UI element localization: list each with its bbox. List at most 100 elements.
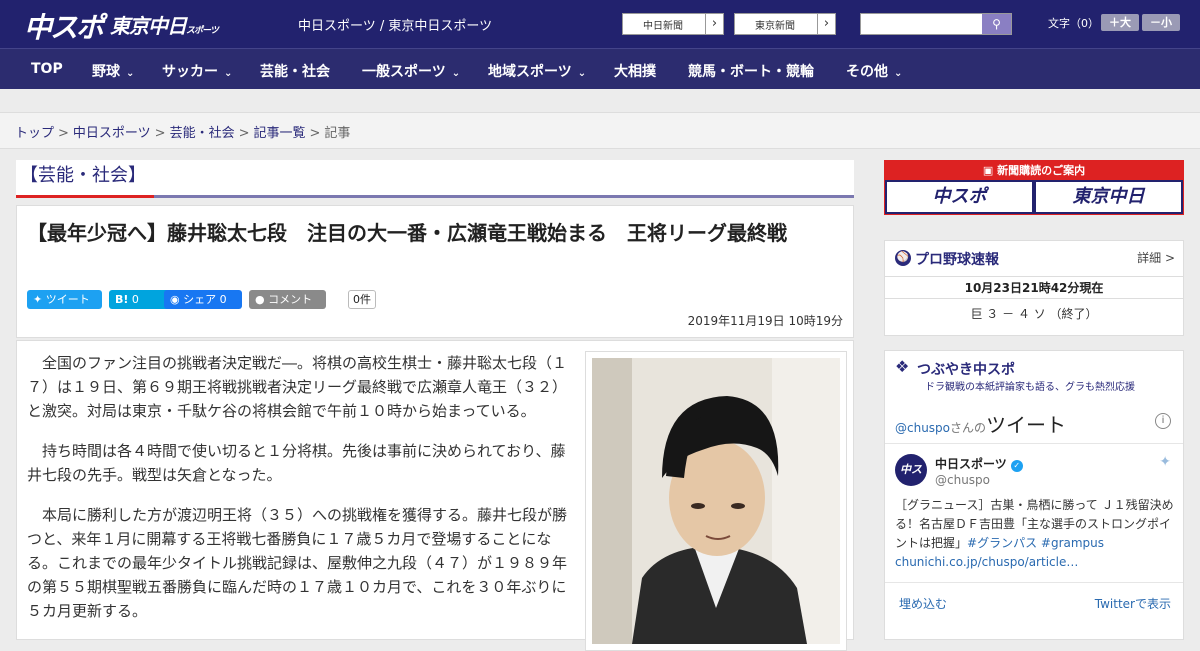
- chevron-down-icon: ⌄: [451, 68, 461, 79]
- timeline-title: ツイート: [986, 413, 1067, 437]
- nav-item-general-sports[interactable]: 一般スポーツ ⌄: [362, 61, 460, 81]
- subscription-logo-chuspo[interactable]: 中スポ: [887, 182, 1032, 212]
- article-paragraph: 本局に勝利した方が渡辺明王将（３５）への挑戦権を獲得する。藤井七段が勝つと、来年…: [27, 506, 568, 620]
- chuspo-logo[interactable]: 中スポ: [24, 6, 104, 46]
- nav-item-top[interactable]: TOP: [31, 61, 63, 77]
- nav-item-soccer[interactable]: サッカー ⌄: [162, 61, 232, 81]
- timeline-header: @chuspoさんのツイート: [895, 409, 1066, 438]
- nav-item-other[interactable]: その他 ⌄: [846, 61, 902, 81]
- nav-label: 大相撲: [614, 64, 656, 80]
- photo-illustration: [592, 358, 840, 644]
- article-header: 【最年少冠へ】藤井聡太七段 注目の大一番・広瀬竜王戦始まる 王将リーグ最終戦 ✦…: [16, 205, 854, 338]
- tweet-author-name-text: 中日スポーツ: [935, 457, 1007, 471]
- nav-item-sumo[interactable]: 大相撲: [614, 61, 656, 81]
- avatar[interactable]: 中スポ: [895, 454, 927, 508]
- comment-label: コメント: [268, 293, 313, 306]
- info-icon[interactable]: i: [1155, 413, 1171, 429]
- chevron-down-icon: ⌄: [577, 68, 587, 79]
- nav-item-baseball[interactable]: 野球 ⌄: [92, 61, 134, 81]
- article-paragraph: 持ち時間は各４時間で使い切ると１分将棋。先後は事前に決められており、藤井七段の先…: [27, 442, 566, 484]
- facebook-share-label: シェア: [183, 293, 217, 306]
- breadcrumb-bar: トップ > 中日スポーツ > 芸能・社会 > 記事一覧 > 記事: [0, 112, 1200, 149]
- speech-bubble-icon: ●: [255, 293, 265, 306]
- tokyo-shimbun-link[interactable]: 東京新聞 ›: [734, 13, 836, 35]
- comment-button[interactable]: ● コメント: [249, 290, 326, 309]
- tokyo-chunichi-logo[interactable]: 東京中日スポーツ: [110, 10, 219, 39]
- nav-label: 一般スポーツ: [362, 64, 446, 80]
- search-icon[interactable]: ⚲: [982, 14, 1011, 34]
- embed-link[interactable]: 埋め込む: [899, 595, 947, 612]
- hashtag-link[interactable]: #grampus: [1041, 536, 1104, 550]
- site-header: 中スポ 東京中日スポーツ 中日スポーツ / 東京中日スポーツ 中日新聞 › 東京新…: [0, 0, 1200, 48]
- baseball-scoreboard: ⚾ プロ野球速報 詳細 > 10月23日21時42分現在 巨 ３ － ４ ソ （…: [884, 240, 1184, 336]
- baseball-update-time: 10月23日21時42分現在: [885, 279, 1183, 299]
- timeline-handle[interactable]: @chuspo: [895, 421, 950, 435]
- subscription-header: ▣ 新聞購読のご案内: [885, 161, 1183, 180]
- chunichi-shimbun-label: 中日新聞: [643, 21, 683, 32]
- twitter-bird-icon: ✦: [33, 293, 43, 306]
- view-on-twitter-link[interactable]: Twitterで表示: [1095, 595, 1171, 612]
- chevron-right-icon: ›: [705, 14, 723, 34]
- category-header: 【芸能・社会】: [16, 160, 854, 198]
- site-name: 中日スポーツ / 東京中日スポーツ: [298, 19, 493, 34]
- breadcrumb-article-list[interactable]: 記事一覧: [254, 126, 306, 141]
- nav-item-local-sports[interactable]: 地域スポーツ ⌄: [488, 61, 586, 81]
- nav-label: TOP: [31, 61, 63, 77]
- twitter-bird-icon[interactable]: ✦: [1159, 454, 1171, 470]
- hashtag-link[interactable]: #グランパス: [967, 536, 1037, 550]
- baseball-icon: ⚾: [895, 250, 911, 266]
- facebook-icon: ◉: [170, 293, 180, 306]
- font-smaller-button[interactable]: －小: [1142, 14, 1180, 31]
- tweet-button[interactable]: ✦ ツイート: [27, 290, 102, 309]
- baseball-title: プロ野球速報: [915, 252, 999, 268]
- nav-label: 地域スポーツ: [488, 64, 572, 80]
- chevron-right-icon: ›: [817, 14, 835, 34]
- nav-label: サッカー: [162, 64, 218, 80]
- facebook-share-button[interactable]: ◉ シェア 0: [164, 290, 242, 309]
- search-box[interactable]: ⚲: [860, 13, 1012, 35]
- article-title: 【最年少冠へ】藤井聡太七段 注目の大一番・広瀬竜王戦始まる 王将リーグ最終戦: [27, 221, 787, 245]
- article-paragraph: 全国のファン注目の挑戦者決定戦だ―。将棋の高校生棋士・藤井聡太七段（１７）は１９…: [27, 354, 568, 420]
- hatena-count: 0: [131, 293, 139, 306]
- nav-item-entertainment[interactable]: 芸能・社会: [260, 61, 330, 81]
- tweet-label: ツイート: [45, 293, 90, 306]
- baseball-header: ⚾ プロ野球速報 詳細 >: [885, 241, 1183, 277]
- comment-count: 0件: [348, 290, 376, 309]
- article-text: 全国のファン注目の挑戦者決定戦だ―。将棋の高校生棋士・藤井聡太七段（１７）は１９…: [27, 351, 573, 639]
- tweet-section: ❖ つぶやき中スポ ドラ観戦の本紙評論家も語る、グラも熱烈応援 @chuspoさ…: [884, 350, 1184, 640]
- category-label: 【芸能・社会】: [16, 160, 154, 198]
- nav-label: 野球: [92, 64, 120, 80]
- subscription-banner[interactable]: ▣ 新聞購読のご案内 中スポ 東京中日: [884, 160, 1184, 215]
- baseball-detail-link[interactable]: 詳細 >: [1137, 249, 1175, 266]
- tweet-section-title: つぶやき中スポ: [917, 362, 1015, 378]
- breadcrumb-current: 記事: [324, 126, 351, 141]
- tweet-author-name[interactable]: 中日スポーツ ✓: [935, 455, 1023, 472]
- breadcrumb-top[interactable]: トップ: [15, 126, 54, 141]
- tokyo-chunichi-logo-text: 東京中日: [110, 14, 187, 38]
- photo-image: [592, 358, 840, 644]
- newspaper-icon: ▣: [982, 164, 994, 177]
- breadcrumb-entertainment[interactable]: 芸能・社会: [170, 126, 235, 141]
- nav-label: その他: [846, 64, 888, 80]
- tweet-author-handle[interactable]: @chuspo: [935, 473, 990, 487]
- nav-label: 芸能・社会: [260, 64, 330, 80]
- font-larger-button[interactable]: ＋大: [1101, 14, 1139, 31]
- twitter-timeline-widget: @chuspoさんのツイート i 中スポ 中日スポーツ ✓ @chuspo ✦ ［…: [885, 401, 1183, 633]
- article-date: 2019年11月19日 10時19分: [687, 314, 843, 328]
- chevron-down-icon: ⌄: [894, 68, 903, 79]
- article-photo[interactable]: [585, 351, 847, 651]
- timeline-san: さんの: [950, 421, 987, 435]
- nav-item-racing[interactable]: 競馬・ボート・競輪: [688, 61, 814, 81]
- breadcrumb-chunichi-sports[interactable]: 中日スポーツ: [73, 126, 151, 141]
- subscription-header-text: 新聞購読のご案内: [997, 164, 1086, 177]
- tweet-section-subtitle: ドラ観戦の本紙評論家も語る、グラも熱烈応援: [925, 382, 1135, 393]
- tweet-card[interactable]: 中スポ 中日スポーツ ✓ @chuspo ✦ ［グラニュース］古巣・鳥栖に勝って …: [885, 443, 1183, 583]
- tokyo-shimbun-label: 東京新聞: [755, 21, 795, 32]
- chunichi-shimbun-link[interactable]: 中日新聞 ›: [622, 13, 724, 35]
- breadcrumb-separator: >: [309, 126, 321, 141]
- baseball-score[interactable]: 巨 ３ － ４ ソ （終了）: [885, 305, 1183, 322]
- nav-label: 競馬・ボート・競輪: [688, 64, 814, 80]
- tweet-url-link[interactable]: chunichi.co.jp/chuspo/article…: [895, 555, 1078, 569]
- subscription-logo-tokyo-chunichi[interactable]: 東京中日: [1036, 182, 1181, 212]
- font-size-label: 文字（0）: [1048, 17, 1099, 30]
